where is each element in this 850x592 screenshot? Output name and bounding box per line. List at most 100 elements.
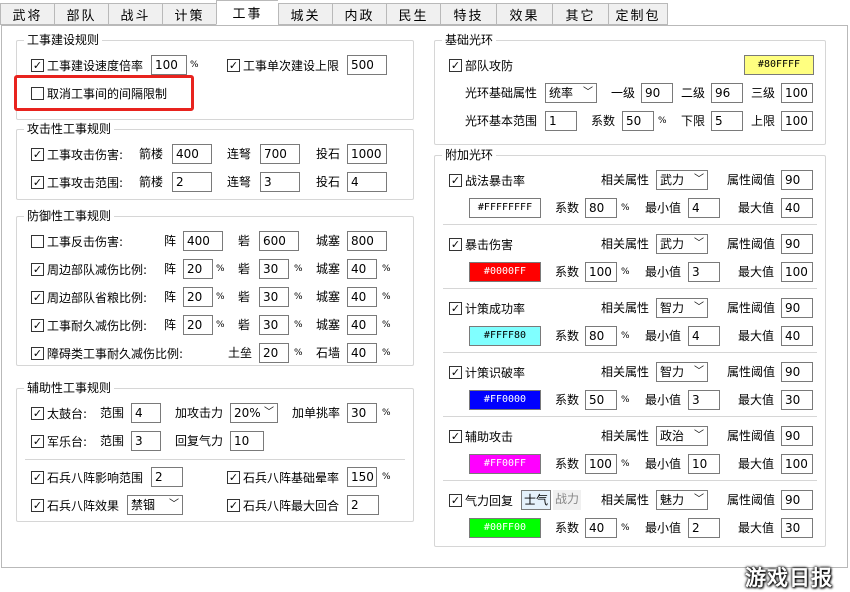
reduce-chengsai-input[interactable]: 40	[347, 259, 377, 279]
halo-attr-select[interactable]: 智力 ﹀	[656, 298, 708, 318]
halo-attr-select[interactable]: 魅力 ﹀	[656, 490, 708, 510]
toggle-power-button[interactable]: 战力	[553, 490, 582, 510]
stone-stun-checkbox[interactable]: ✓ 石兵八阵基础晕率	[227, 467, 339, 487]
stone-effect-checkbox[interactable]: ✓ 石兵八阵效果	[31, 495, 119, 515]
counter-damage-checkbox[interactable]: 工事反击伤害:	[31, 231, 123, 251]
obstacle-durability-checkbox[interactable]: ✓ 障碍类工事耐久减伤比例:	[31, 343, 183, 363]
toggle-morale-button[interactable]: 士气	[521, 490, 552, 510]
halo-color-swatch[interactable]: #FFFFFFFF	[469, 198, 541, 218]
coef-input[interactable]: 100	[585, 262, 617, 282]
coef-input[interactable]: 100	[585, 454, 617, 474]
threshold-input[interactable]: 90	[781, 170, 813, 190]
nearby-food-save-checkbox[interactable]: ✓ 周边部队省粮比例:	[31, 287, 147, 307]
tab-generals[interactable]: 武将	[0, 3, 54, 25]
obstacle-shiqiang-input[interactable]: 40	[347, 343, 377, 363]
single-limit-input[interactable]: 500	[347, 55, 387, 75]
counter-zhen-input[interactable]: 400	[183, 231, 223, 251]
morale-input[interactable]: 10	[230, 431, 264, 451]
tab-construction[interactable]: 工事	[216, 0, 278, 25]
max-input[interactable]: 40	[781, 326, 813, 346]
max-input[interactable]: 30	[781, 390, 813, 410]
halo-color-swatch[interactable]: #FFFF80	[469, 326, 541, 346]
stone-stun-input[interactable]: 150	[347, 467, 377, 487]
halo-coef-input[interactable]: 50	[622, 111, 654, 131]
tab-effects[interactable]: 效果	[496, 3, 552, 25]
min-input[interactable]: 3	[688, 390, 720, 410]
halo-color-swatch[interactable]: #FF00FF	[469, 454, 541, 474]
speed-checkbox[interactable]: ✓ 工事建设速度倍率	[31, 55, 143, 75]
stone-effect-select[interactable]: 禁锢 ﹀	[127, 495, 183, 515]
crossbow-damage-input[interactable]: 700	[260, 144, 300, 164]
nearby-damage-reduce-checkbox[interactable]: ✓ 周边部队减伤比例:	[31, 259, 147, 279]
catapult-damage-input[interactable]: 1000	[347, 144, 387, 164]
halo-item-checkbox[interactable]: ✓ 战法暴击率	[449, 170, 525, 190]
coef-input[interactable]: 80	[585, 198, 617, 218]
threshold-input[interactable]: 90	[781, 234, 813, 254]
min-input[interactable]: 4	[688, 198, 720, 218]
stone-range-input[interactable]: 2	[151, 467, 183, 487]
durability-chengsai-input[interactable]: 40	[347, 315, 377, 335]
attack-range-checkbox[interactable]: ✓ 工事攻击范围:	[31, 172, 123, 192]
durability-reduce-checkbox[interactable]: ✓ 工事耐久减伤比例:	[31, 315, 147, 335]
coef-input[interactable]: 40	[585, 518, 617, 538]
min-input[interactable]: 4	[688, 326, 720, 346]
stone-range-checkbox[interactable]: ✓ 石兵八阵影响范围	[31, 467, 143, 487]
reduce-zhai-input[interactable]: 30	[259, 259, 289, 279]
counter-zhai-input[interactable]: 600	[259, 231, 299, 251]
attack-color-swatch[interactable]: #80FFFF	[744, 55, 814, 75]
tab-strategy[interactable]: 计策	[162, 3, 216, 25]
arrow-range-input[interactable]: 2	[172, 172, 212, 192]
tab-troops[interactable]: 部队	[54, 3, 108, 25]
max-input[interactable]: 30	[781, 518, 813, 538]
crossbow-range-input[interactable]: 3	[260, 172, 300, 192]
halo-high-input[interactable]: 100	[781, 111, 813, 131]
halo-item-checkbox[interactable]: ✓ 气力回复	[449, 490, 513, 510]
coef-input[interactable]: 80	[585, 326, 617, 346]
halo-attr-select[interactable]: 政治 ﹀	[656, 426, 708, 446]
halo-color-swatch[interactable]: #FF0000	[469, 390, 541, 410]
halo-attr-select[interactable]: 智力 ﹀	[656, 362, 708, 382]
tab-domestic[interactable]: 内政	[332, 3, 386, 25]
threshold-input[interactable]: 90	[781, 490, 813, 510]
catapult-range-input[interactable]: 4	[347, 172, 387, 192]
stone-rounds-input[interactable]: 2	[347, 495, 379, 515]
halo-attr-select[interactable]: 统率 ﹀	[545, 83, 597, 103]
threshold-input[interactable]: 90	[781, 426, 813, 446]
obstacle-tulei-input[interactable]: 20	[259, 343, 289, 363]
coef-input[interactable]: 50	[585, 390, 617, 410]
min-input[interactable]: 3	[688, 262, 720, 282]
reduce-zhen-input[interactable]: 20	[183, 259, 213, 279]
halo-low-input[interactable]: 5	[711, 111, 743, 131]
tab-skills[interactable]: 特技	[440, 3, 496, 25]
halo-item-checkbox[interactable]: ✓ 计策成功率	[449, 298, 525, 318]
max-input[interactable]: 100	[781, 454, 813, 474]
food-chengsai-input[interactable]: 40	[347, 287, 377, 307]
halo-item-checkbox[interactable]: ✓ 暴击伤害	[449, 234, 513, 254]
single-limit-checkbox[interactable]: ✓ 工事单次建设上限	[227, 55, 339, 75]
halo-attr-select[interactable]: 武力 ﹀	[656, 234, 708, 254]
attack-damage-checkbox[interactable]: ✓ 工事攻击伤害:	[31, 144, 123, 164]
level1-input[interactable]: 90	[641, 83, 673, 103]
durability-zhen-input[interactable]: 20	[183, 315, 213, 335]
durability-zhai-input[interactable]: 30	[259, 315, 289, 335]
level2-input[interactable]: 96	[711, 83, 743, 103]
attack-boost-select[interactable]: 20% ﹀	[230, 403, 278, 423]
halo-item-checkbox[interactable]: ✓ 辅助攻击	[449, 426, 513, 446]
threshold-input[interactable]: 90	[781, 362, 813, 382]
food-zhen-input[interactable]: 20	[183, 287, 213, 307]
arrow-damage-input[interactable]: 400	[172, 144, 212, 164]
tab-battle[interactable]: 战斗	[108, 3, 162, 25]
drum-range-input[interactable]: 4	[131, 403, 161, 423]
halo-color-swatch[interactable]: #00FF00	[469, 518, 541, 538]
food-zhai-input[interactable]: 30	[259, 287, 289, 307]
stone-rounds-checkbox[interactable]: ✓ 石兵八阵最大回合	[227, 495, 339, 515]
counter-chengsai-input[interactable]: 800	[347, 231, 387, 251]
drum-checkbox[interactable]: ✓ 太鼓台:	[31, 403, 87, 423]
music-range-input[interactable]: 3	[131, 431, 161, 451]
music-checkbox[interactable]: ✓ 军乐台:	[31, 431, 87, 451]
min-input[interactable]: 2	[688, 518, 720, 538]
max-input[interactable]: 40	[781, 198, 813, 218]
halo-attr-select[interactable]: 武力 ﹀	[656, 170, 708, 190]
speed-input[interactable]: 100	[151, 55, 187, 75]
level3-input[interactable]: 100	[781, 83, 813, 103]
